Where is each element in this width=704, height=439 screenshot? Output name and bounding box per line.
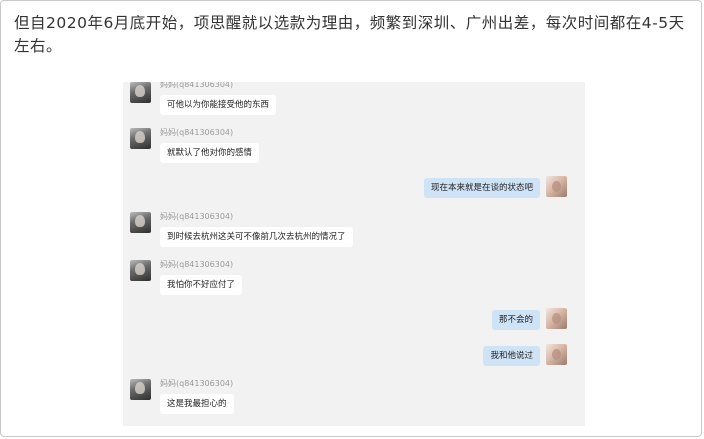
message-bubble[interactable]: 现在本来就是在谈的状态吧 bbox=[423, 178, 540, 198]
message-bubble[interactable]: 到时候去杭州这关可不像前几次去杭州的情况了 bbox=[160, 227, 353, 247]
message-bubble[interactable]: 这是我最担心的 bbox=[160, 394, 234, 414]
sender-name: 妈妈(q841306304) bbox=[160, 128, 234, 137]
sender-name: 妈妈(q841306304) bbox=[160, 82, 234, 89]
message-bubble[interactable]: 那不会的 bbox=[491, 310, 540, 330]
contact-avatar[interactable] bbox=[130, 379, 151, 400]
chat-screenshot: 妈妈(q841306304) 可他以为你能接受他的东西 妈妈(q84130630… bbox=[123, 82, 585, 426]
self-avatar[interactable] bbox=[546, 344, 567, 365]
message-bubble[interactable]: 可他以为你能接受他的东西 bbox=[160, 95, 277, 115]
message-bubble[interactable]: 我和他说过 bbox=[483, 346, 540, 366]
self-avatar[interactable] bbox=[546, 176, 567, 197]
sender-name: 妈妈(q841306304) bbox=[160, 260, 234, 269]
contact-avatar[interactable] bbox=[130, 212, 151, 233]
message-bubble[interactable]: 就默认了他对你的感情 bbox=[160, 143, 260, 163]
message-bubble[interactable]: 我怕你不好应付了 bbox=[160, 275, 243, 295]
contact-avatar[interactable] bbox=[130, 260, 151, 281]
contact-avatar[interactable] bbox=[130, 128, 151, 149]
article-text: 但自2020年6月底开始，项思醒就以选款为理由，频繁到深圳、广州出差，每次时间都… bbox=[14, 14, 685, 55]
sender-name: 妈妈(q841306304) bbox=[160, 212, 234, 221]
contact-avatar[interactable] bbox=[130, 82, 151, 103]
self-avatar[interactable] bbox=[546, 308, 567, 329]
sender-name: 妈妈(q841306304) bbox=[160, 379, 234, 388]
